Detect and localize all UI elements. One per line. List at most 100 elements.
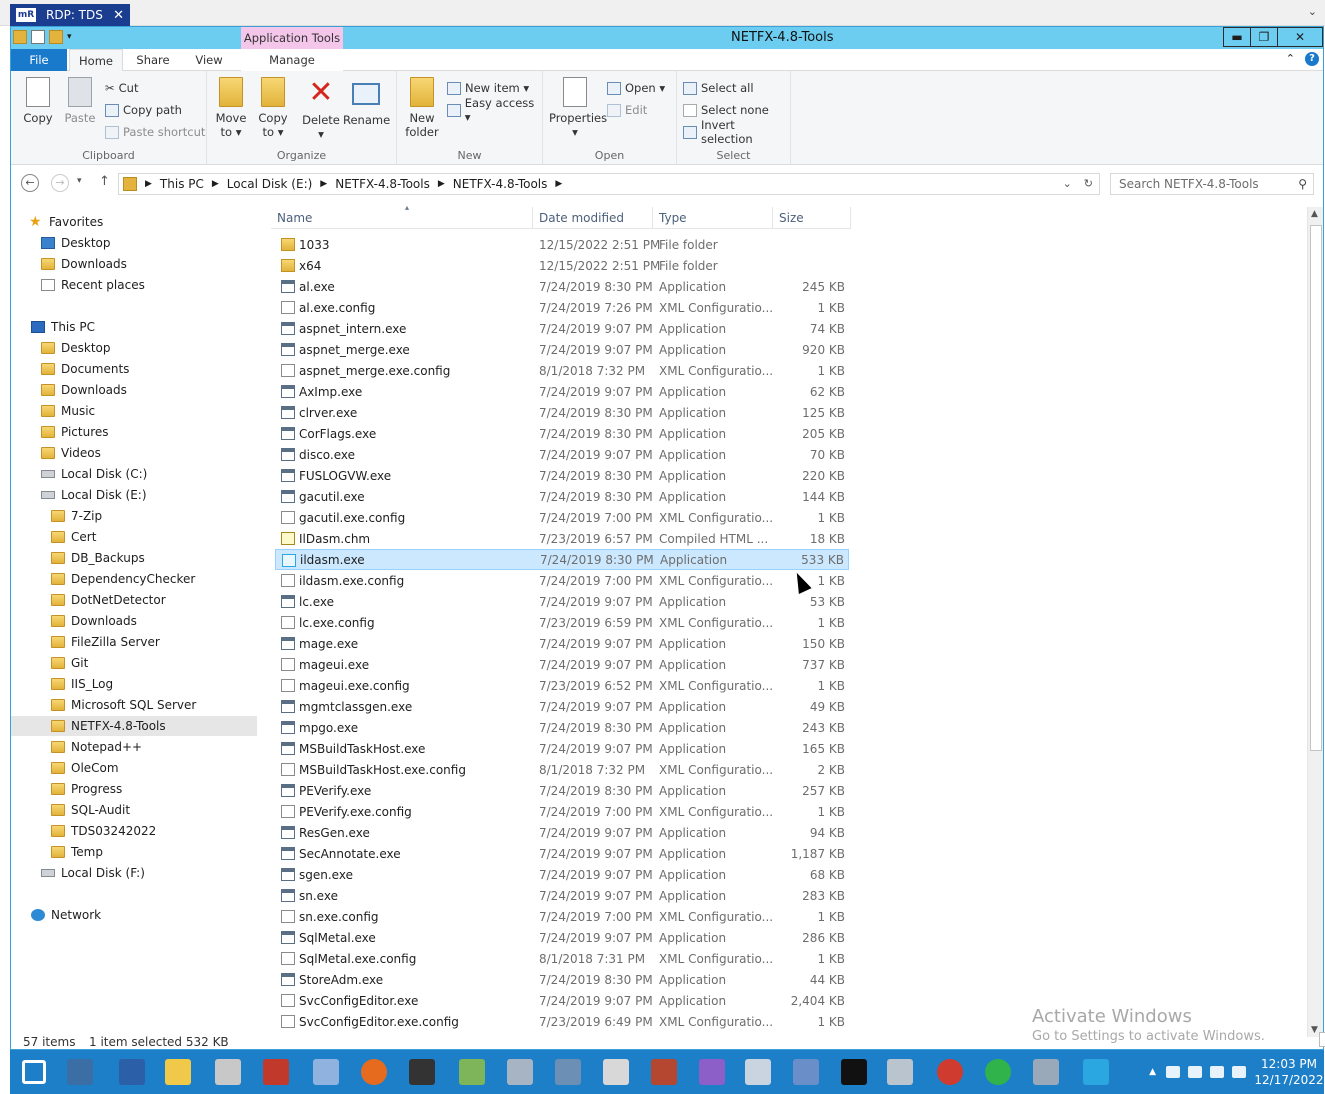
nav-fav-downloads[interactable]: Downloads: [41, 254, 127, 274]
file-row[interactable]: SvcConfigEditor.exe.config 7/23/2019 6:49…: [275, 1011, 849, 1032]
file-row[interactable]: SqlMetal.exe 7/24/2019 9:07 PM Application…: [275, 927, 849, 948]
file-row[interactable]: mage.exe 7/24/2019 9:07 PM Application 150 …: [275, 633, 849, 654]
file-row[interactable]: aspnet_intern.exe 7/24/2019 9:07 PM Applic…: [275, 318, 849, 339]
volume-muted-icon[interactable]: [1232, 1066, 1246, 1078]
show-hidden-icons-icon[interactable]: ▲: [1149, 1067, 1156, 1077]
file-row[interactable]: gacutil.exe.config 7/24/2019 7:00 PM XML C…: [275, 507, 849, 528]
notepadpp-taskbar-button[interactable]: [454, 1054, 490, 1090]
storage-icon[interactable]: [1166, 1066, 1180, 1078]
file-row[interactable]: gacutil.exe 7/24/2019 8:30 PM Application 1…: [275, 486, 849, 507]
select-all-button[interactable]: Select all: [683, 79, 754, 97]
flag-icon[interactable]: [1188, 1066, 1202, 1078]
rdp-tab[interactable]: mR RDP: TDS ✕: [10, 4, 130, 26]
nav-folder-item[interactable]: Git: [51, 653, 88, 673]
file-row[interactable]: aspnet_merge.exe 7/24/2019 9:07 PM Applica…: [275, 339, 849, 360]
file-row[interactable]: sn.exe.config 7/24/2019 7:00 PM XML Config…: [275, 906, 849, 927]
nav-network[interactable]: Network: [31, 905, 101, 925]
file-row[interactable]: ildasm.exe 7/24/2019 8:30 PM Application 53…: [275, 549, 849, 570]
services-taskbar-button[interactable]: [1028, 1054, 1064, 1090]
file-row[interactable]: sn.exe 7/24/2019 9:07 PM Application 283 KB: [275, 885, 849, 906]
file-row[interactable]: mpgo.exe 7/24/2019 8:30 PM Application 243 …: [275, 717, 849, 738]
column-date-modified[interactable]: Date modified: [533, 207, 653, 229]
file-row[interactable]: FUSLOGVW.exe 7/24/2019 8:30 PM Application…: [275, 465, 849, 486]
new-folder-button[interactable]: New folder: [403, 77, 441, 139]
nav-pc-pictures[interactable]: Pictures: [41, 422, 109, 442]
new-folder-icon[interactable]: [49, 30, 63, 44]
start-taskbar-button[interactable]: [16, 1054, 52, 1090]
file-row[interactable]: PEVerify.exe.config 7/24/2019 7:00 PM XML …: [275, 801, 849, 822]
file-row[interactable]: ildasm.exe.config 7/24/2019 7:00 PM XML Co…: [275, 570, 849, 591]
rdp-close-icon[interactable]: ✕: [113, 8, 124, 23]
tab-view[interactable]: View: [187, 49, 231, 71]
easy-access-button[interactable]: Easy access ▾: [447, 96, 542, 124]
firefox-taskbar-button[interactable]: [356, 1054, 392, 1090]
nav-pc-music[interactable]: Music: [41, 401, 95, 421]
scroll-down-icon[interactable]: ▼: [1311, 1025, 1318, 1035]
computer-management-taskbar-button[interactable]: [502, 1054, 538, 1090]
breadcrumb-separator-icon[interactable]: ▶: [212, 179, 219, 189]
vertical-scrollbar[interactable]: ▲ ▼: [1307, 207, 1323, 1037]
cut-button[interactable]: ✂ Cut: [105, 79, 138, 97]
nav-disk-c[interactable]: Local Disk (C:): [41, 464, 147, 484]
copy-to-button[interactable]: Copy to ▾: [255, 77, 291, 139]
toolbox-taskbar-button[interactable]: [258, 1054, 294, 1090]
up-arrow-icon[interactable]: ↑: [99, 174, 110, 189]
copy-path-button[interactable]: Copy path: [105, 101, 182, 119]
nav-folder-item[interactable]: 7-Zip: [51, 506, 102, 526]
close-button[interactable]: ✕: [1277, 27, 1323, 47]
nav-favorites[interactable]: ★ Favorites: [29, 212, 103, 232]
breadcrumb-separator-icon[interactable]: ▶: [320, 179, 327, 189]
nav-folder-item[interactable]: FileZilla Server: [51, 632, 160, 652]
file-row[interactable]: AxImp.exe 7/24/2019 9:07 PM Application 62 …: [275, 381, 849, 402]
admin-tools-taskbar-button[interactable]: [210, 1054, 246, 1090]
new-item-button[interactable]: New item ▾: [447, 79, 529, 97]
file-row[interactable]: al.exe.config 7/24/2019 7:26 PM XML Config…: [275, 297, 849, 318]
copy-button[interactable]: Copy: [21, 77, 55, 125]
help-icon[interactable]: ?: [1305, 52, 1319, 66]
nav-pc-desktop[interactable]: Desktop: [41, 338, 111, 358]
cmd-taskbar-button[interactable]: [836, 1054, 872, 1090]
open-button[interactable]: Open ▾: [607, 79, 665, 97]
nav-folder-item[interactable]: Downloads: [51, 611, 137, 631]
file-row[interactable]: MSBuildTaskHost.exe.config 8/1/2018 7:32 …: [275, 759, 849, 780]
nav-folder-item[interactable]: TDS03242022: [51, 821, 156, 841]
nav-pc-documents[interactable]: Documents: [41, 359, 129, 379]
breadcrumb-separator-icon[interactable]: ▶: [555, 179, 562, 189]
breadcrumb-separator-icon[interactable]: ▶: [438, 179, 445, 189]
breadcrumb-local-disk-e[interactable]: Local Disk (E:): [227, 177, 313, 191]
breadcrumb-separator-icon[interactable]: ▶: [145, 179, 152, 189]
installer-taskbar-button[interactable]: [788, 1054, 824, 1090]
nav-folder-item[interactable]: Microsoft SQL Server: [51, 695, 196, 715]
performance-taskbar-button[interactable]: [882, 1054, 918, 1090]
collapse-ribbon-icon[interactable]: ⌃: [1286, 52, 1295, 66]
minimize-button[interactable]: ▬: [1223, 27, 1251, 47]
file-row[interactable]: MSBuildTaskHost.exe 7/24/2019 9:07 PM Appl…: [275, 738, 849, 759]
recent-locations-icon[interactable]: ▾: [77, 176, 82, 186]
search-icon[interactable]: ⚲: [1298, 177, 1307, 191]
nav-folder-item[interactable]: Progress: [51, 779, 122, 799]
file-row[interactable]: al.exe 7/24/2019 8:30 PM Application 245 KB: [275, 276, 849, 297]
git-taskbar-button[interactable]: [694, 1054, 730, 1090]
properties-button[interactable]: Properties ▾: [549, 77, 607, 139]
nav-folder-item[interactable]: NETFX-4.8-Tools: [11, 716, 257, 736]
clock[interactable]: 12:03 PM 12/17/2022: [1254, 1056, 1324, 1088]
column-size[interactable]: Size: [773, 207, 851, 229]
invert-selection-button[interactable]: Invert selection: [683, 118, 790, 146]
file-row[interactable]: CorFlags.exe 7/24/2019 8:30 PM Application…: [275, 423, 849, 444]
nav-disk-f[interactable]: Local Disk (F:): [41, 863, 145, 883]
tab-share[interactable]: Share: [131, 49, 175, 71]
file-row[interactable]: aspnet_merge.exe.config 8/1/2018 7:32 PM X…: [275, 360, 849, 381]
file-row[interactable]: SecAnnotate.exe 7/24/2019 9:07 PM Applicat…: [275, 843, 849, 864]
firewall-taskbar-button[interactable]: [646, 1054, 682, 1090]
file-row[interactable]: disco.exe 7/24/2019 9:07 PM Application 70 …: [275, 444, 849, 465]
nav-folder-item[interactable]: DependencyChecker: [51, 569, 195, 589]
file-row[interactable]: ResGen.exe 7/24/2019 9:07 PM Application 94…: [275, 822, 849, 843]
file-row[interactable]: SvcConfigEditor.exe 7/24/2019 9:07 PM Appl…: [275, 990, 849, 1011]
back-button[interactable]: ←: [21, 174, 39, 192]
nav-folder-item[interactable]: Notepad++: [51, 737, 142, 757]
registry-taskbar-button[interactable]: [308, 1054, 344, 1090]
select-none-button[interactable]: Select none: [683, 101, 769, 119]
nav-fav-recent[interactable]: Recent places: [41, 275, 145, 295]
address-dropdown-icon[interactable]: ⌄: [1063, 177, 1072, 190]
task-scheduler-taskbar-button[interactable]: [598, 1054, 634, 1090]
